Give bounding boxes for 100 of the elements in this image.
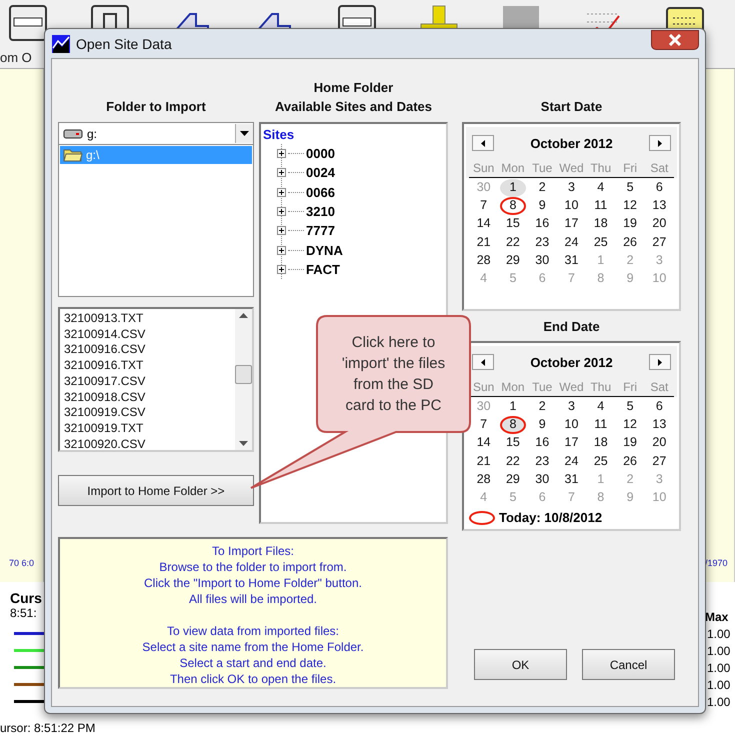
calendar-day[interactable]: 9: [529, 197, 556, 216]
calendar-day[interactable]: 1: [500, 179, 526, 198]
calendar-day[interactable]: 26: [617, 234, 644, 252]
file-item[interactable]: 32100914.CSV: [64, 326, 231, 342]
tree-root[interactable]: Sites: [263, 126, 444, 144]
calendar-day[interactable]: 15: [500, 434, 526, 453]
calendar-day[interactable]: 14: [470, 434, 497, 453]
next-month-button[interactable]: [649, 354, 671, 370]
calendar-day[interactable]: 4: [588, 398, 614, 416]
calendar-day[interactable]: 22: [500, 452, 526, 471]
calendar-day[interactable]: 11: [588, 197, 614, 216]
calendar-day[interactable]: 17: [558, 434, 584, 453]
calendar-day[interactable]: 2: [529, 179, 556, 198]
calendar-day[interactable]: 13: [646, 416, 672, 434]
calendar-day[interactable]: 2: [529, 398, 556, 416]
expand-icon[interactable]: [277, 246, 286, 255]
scroll-down-icon[interactable]: [239, 441, 248, 446]
window-icon[interactable]: [8, 2, 48, 42]
calendar-day[interactable]: 6: [646, 398, 672, 416]
expand-icon[interactable]: [277, 264, 286, 274]
file-item[interactable]: 32100919.TXT: [64, 420, 231, 437]
calendar-day[interactable]: 26: [617, 452, 644, 471]
calendar-day[interactable]: 18: [588, 434, 614, 453]
calendar-day[interactable]: 7: [470, 197, 497, 216]
tree-item[interactable]: 3210: [306, 204, 335, 220]
calendar-day[interactable]: 28: [470, 470, 497, 489]
calendar-day[interactable]: 8: [500, 197, 526, 216]
calendar-day[interactable]: 11: [588, 416, 614, 434]
calendar-day[interactable]: 30: [529, 470, 556, 489]
expand-icon[interactable]: [277, 188, 286, 197]
calendar-day[interactable]: 3: [558, 179, 584, 198]
calendar-day[interactable]: 31: [558, 252, 584, 270]
calendar-day[interactable]: 18: [588, 215, 614, 234]
expand-icon[interactable]: [277, 149, 286, 158]
calendar-day[interactable]: 6: [646, 179, 672, 198]
dialog-button[interactable]: Cancel: [582, 649, 675, 680]
import-button[interactable]: Import to Home Folder >>: [58, 475, 254, 506]
file-item[interactable]: 32100918.CSV: [64, 390, 231, 406]
calendar-day[interactable]: 21: [470, 234, 497, 252]
drive-dropdown[interactable]: g:: [58, 122, 254, 145]
file-item[interactable]: 32100916.CSV: [64, 342, 231, 358]
calendar-day[interactable]: 20: [646, 215, 672, 234]
file-item[interactable]: 32100917.CSV: [64, 374, 231, 390]
calendar-day[interactable]: 27: [646, 452, 672, 471]
file-item[interactable]: 32100916.TXT: [64, 358, 231, 374]
calendar-day[interactable]: 28: [470, 252, 497, 270]
calendar-day[interactable]: 10: [558, 416, 584, 434]
calendar-day[interactable]: 29: [500, 470, 526, 489]
file-item[interactable]: 32100920.CSV: [64, 436, 231, 452]
dialog-button[interactable]: OK: [474, 649, 567, 680]
calendar-day[interactable]: 15: [500, 215, 526, 234]
calendar-day[interactable]: 4: [588, 179, 614, 198]
next-month-button[interactable]: [649, 135, 671, 151]
calendar-day[interactable]: 25: [588, 234, 614, 252]
previous-month-button[interactable]: [472, 135, 494, 151]
close-button[interactable]: [651, 30, 699, 50]
calendar-day[interactable]: 16: [529, 434, 556, 453]
calendar-day[interactable]: 9: [529, 416, 556, 434]
expand-icon[interactable]: [277, 226, 286, 236]
tree-item[interactable]: 0024: [306, 165, 335, 180]
calendar-day[interactable]: 29: [500, 252, 526, 270]
calendar-day[interactable]: 1: [500, 398, 526, 416]
calendar-day[interactable]: 30: [529, 252, 556, 270]
calendar-day[interactable]: 17: [558, 215, 584, 234]
expand-icon[interactable]: [277, 207, 286, 216]
calendar-day[interactable]: 19: [617, 434, 644, 453]
calendar-day[interactable]: 13: [646, 197, 672, 216]
calendar-day[interactable]: 27: [646, 234, 672, 252]
tree-item[interactable]: 0000: [306, 146, 335, 162]
calendar-day[interactable]: 8: [500, 416, 526, 434]
previous-month-button[interactable]: [472, 354, 494, 370]
calendar-day[interactable]: 10: [558, 197, 584, 216]
calendar-day[interactable]: 21: [470, 452, 497, 471]
tree-item[interactable]: 0066: [306, 184, 335, 200]
calendar-day[interactable]: 24: [558, 234, 584, 252]
file-item[interactable]: 32100913.TXT: [64, 311, 231, 327]
calendar-day[interactable]: 14: [470, 215, 497, 234]
calendar-day[interactable]: 23: [529, 452, 556, 471]
calendar-day[interactable]: 31: [558, 470, 584, 489]
scroll-up-icon[interactable]: [239, 313, 248, 318]
calendar-day[interactable]: 5: [617, 179, 644, 198]
calendar-day[interactable]: 20: [646, 434, 672, 453]
tree-item[interactable]: DYNA: [306, 242, 343, 258]
calendar-day[interactable]: 12: [617, 416, 644, 434]
calendar-day[interactable]: 7: [470, 416, 497, 434]
calendar-day[interactable]: 23: [529, 234, 556, 252]
scrollbar[interactable]: [235, 309, 252, 450]
dropdown-button[interactable]: [235, 124, 253, 143]
calendar-day[interactable]: 12: [617, 197, 644, 216]
expand-icon[interactable]: [277, 168, 286, 178]
calendar-day[interactable]: 16: [529, 215, 556, 234]
calendar-day[interactable]: 3: [558, 398, 584, 416]
calendar-day[interactable]: 22: [500, 234, 526, 252]
calendar-day[interactable]: 5: [617, 398, 644, 416]
tree-item[interactable]: 7777: [306, 223, 335, 238]
calendar-day[interactable]: 24: [558, 452, 584, 471]
calendar-day[interactable]: 25: [588, 452, 614, 471]
calendar-day[interactable]: 19: [617, 215, 644, 234]
tree-item[interactable]: FACT: [306, 262, 340, 277]
today-link[interactable]: Today: 10/8/2012: [499, 510, 602, 526]
